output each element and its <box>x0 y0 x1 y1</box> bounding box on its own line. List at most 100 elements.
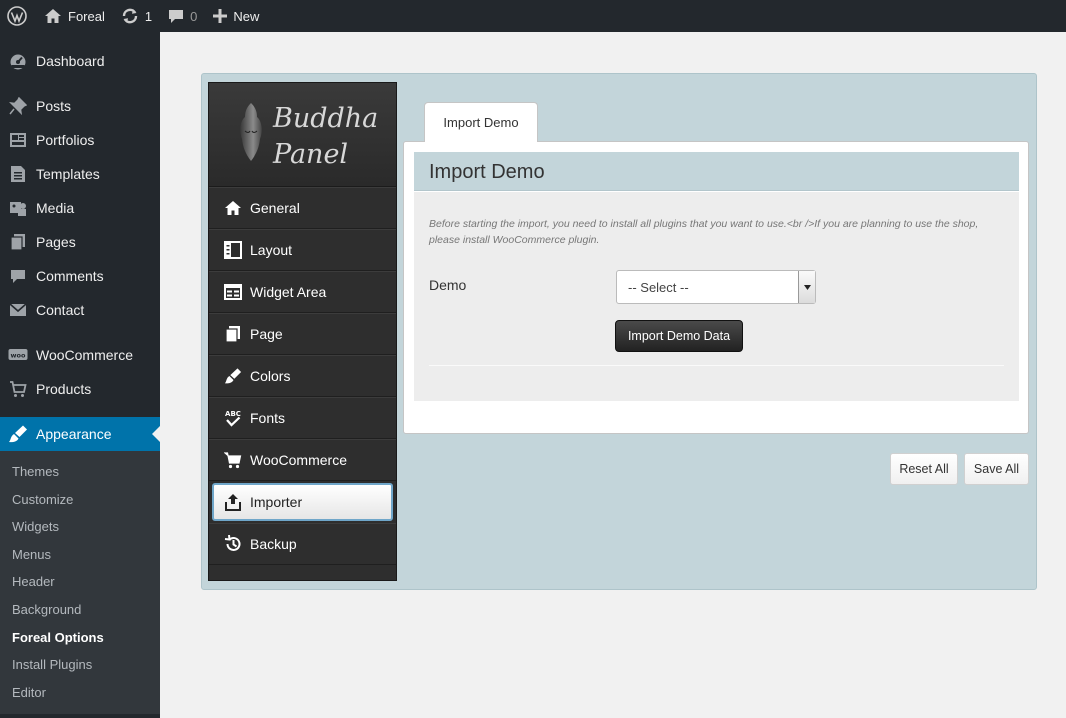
sidebar-item-templates[interactable]: Templates <box>0 157 160 191</box>
sidebar-item-label: Portfolios <box>36 132 95 148</box>
svg-text:ABC: ABC <box>225 410 241 418</box>
brush-icon <box>224 367 242 385</box>
sidebar-item-contact[interactable]: Contact <box>0 293 160 327</box>
submenu-item-editor[interactable]: Editor <box>0 679 160 707</box>
new-label: New <box>233 8 260 24</box>
panel-nav-backup[interactable]: Backup <box>209 523 396 565</box>
sidebar-item-label: Contact <box>36 302 85 318</box>
submenu-item-background[interactable]: Background <box>0 596 160 624</box>
sidebar-item-woocommerce[interactable]: woo WooCommerce <box>0 338 160 372</box>
document-icon <box>8 164 28 184</box>
panel-nav-label: Widget Area <box>250 284 327 300</box>
panel-nav-woocommerce[interactable]: WooCommerce <box>209 439 396 481</box>
import-demo-data-button[interactable]: Import Demo Data <box>615 320 743 352</box>
panel-nav-label: Layout <box>250 242 293 258</box>
submenu-item-themes[interactable]: Themes <box>0 458 160 486</box>
chevron-down-icon[interactable] <box>798 271 815 303</box>
woo-icon: woo <box>8 345 28 365</box>
panel-nav-label: Colors <box>250 368 291 384</box>
brush-icon <box>8 424 28 444</box>
demo-select[interactable]: -- Select -- <box>616 270 816 304</box>
submenu-item-install-plugins[interactable]: Install Plugins <box>0 651 160 679</box>
sidebar-item-posts[interactable]: Posts <box>0 89 160 123</box>
import-demo-section: Import Demo Before starting the import, … <box>403 141 1029 434</box>
site-name-link[interactable]: Foreal <box>36 0 113 32</box>
comment-icon <box>169 10 184 23</box>
upload-icon <box>224 493 242 511</box>
panel-nav-colors[interactable]: Colors <box>209 355 396 397</box>
sidebar-item-products[interactable]: Products <box>0 372 160 406</box>
sidebar-item-pages[interactable]: Pages <box>0 225 160 259</box>
layout-icon <box>224 241 242 259</box>
panel-logo-text: Buddha Panel <box>273 101 378 173</box>
panel-nav-label: Page <box>250 326 283 342</box>
pages-icon <box>8 232 28 252</box>
sidebar-item-media[interactable]: Media <box>0 191 160 225</box>
updates-icon <box>122 8 138 24</box>
import-description: Before starting the import, you need to … <box>429 218 979 246</box>
updates-count: 1 <box>144 8 153 24</box>
panel-nav-importer[interactable]: Importer <box>212 483 393 521</box>
panel-nav-label: Backup <box>250 536 297 552</box>
panel-nav-label: WooCommerce <box>250 452 347 468</box>
history-icon <box>224 535 242 553</box>
widget-icon <box>224 283 242 301</box>
portfolio-icon <box>8 130 28 150</box>
site-name: Foreal <box>68 8 105 24</box>
logo-line1: Buddha <box>273 103 379 134</box>
media-icon <box>8 198 28 218</box>
sidebar-item-comments[interactable]: Comments <box>0 259 160 293</box>
panel-nav-label: Fonts <box>250 410 286 426</box>
appearance-submenu: Themes Customize Widgets Menus Header Ba… <box>0 451 160 715</box>
dashboard-icon <box>8 51 28 71</box>
home-icon <box>45 9 61 23</box>
home-icon <box>224 199 242 217</box>
panel-nav-widget-area[interactable]: Widget Area <box>209 271 396 313</box>
sidebar-item-label: Templates <box>36 166 100 182</box>
reset-all-button[interactable]: Reset All <box>890 453 958 485</box>
sidebar-item-label: Comments <box>36 268 104 284</box>
cart-icon <box>8 379 28 399</box>
panel-logo: Buddha Panel <box>209 83 396 187</box>
sidebar-item-dashboard[interactable]: Dashboard <box>0 44 160 78</box>
submenu-item-widgets[interactable]: Widgets <box>0 513 160 541</box>
demo-label: Demo <box>429 277 467 293</box>
buddha-head-icon <box>240 103 262 161</box>
comments-link[interactable]: 0 <box>160 0 205 32</box>
sidebar-item-label: Posts <box>36 98 72 114</box>
panel-nav-layout[interactable]: Layout <box>209 229 396 271</box>
svg-text:woo: woo <box>11 352 26 360</box>
logo-line2: Panel <box>273 139 349 170</box>
page-icon <box>224 325 242 343</box>
plus-icon <box>213 9 228 23</box>
tab-import-demo[interactable]: Import Demo <box>424 102 538 142</box>
panel-nav-page[interactable]: Page <box>209 313 396 355</box>
panel-nav-fonts[interactable]: ABC Fonts <box>209 397 396 439</box>
new-content-link[interactable]: New <box>205 0 267 32</box>
sidebar-item-portfolios[interactable]: Portfolios <box>0 123 160 157</box>
sidebar-item-label: Media <box>36 200 75 216</box>
panel-nav: Buddha Panel General Layout Widget Area … <box>208 82 397 581</box>
submenu-item-customize[interactable]: Customize <box>0 486 160 514</box>
submenu-item-foreal-options[interactable]: Foreal Options <box>0 624 160 652</box>
admin-bar: Foreal 1 0 New <box>0 0 1066 32</box>
sidebar-item-label: Dashboard <box>36 53 105 69</box>
save-all-button[interactable]: Save All <box>964 453 1029 485</box>
sidebar-item-label: WooCommerce <box>36 347 133 363</box>
mail-icon <box>8 300 28 320</box>
wordpress-logo-icon[interactable] <box>0 0 34 32</box>
updates-link[interactable]: 1 <box>113 0 160 32</box>
submenu-item-menus[interactable]: Menus <box>0 541 160 569</box>
panel-nav-label: General <box>250 200 300 216</box>
options-panel: Buddha Panel General Layout Widget Area … <box>201 73 1037 590</box>
sidebar-item-appearance[interactable]: Appearance <box>0 417 160 451</box>
comments-count: 0 <box>190 8 198 24</box>
pin-icon <box>8 96 28 116</box>
panel-nav-general[interactable]: General <box>209 187 396 229</box>
sidebar-item-label: Products <box>36 381 92 397</box>
section-title: Import Demo <box>429 161 545 183</box>
cart-icon <box>224 451 242 469</box>
submenu-item-header[interactable]: Header <box>0 568 160 596</box>
sidebar-item-label: Appearance <box>36 426 112 442</box>
sidebar-item-label: Pages <box>36 234 76 250</box>
